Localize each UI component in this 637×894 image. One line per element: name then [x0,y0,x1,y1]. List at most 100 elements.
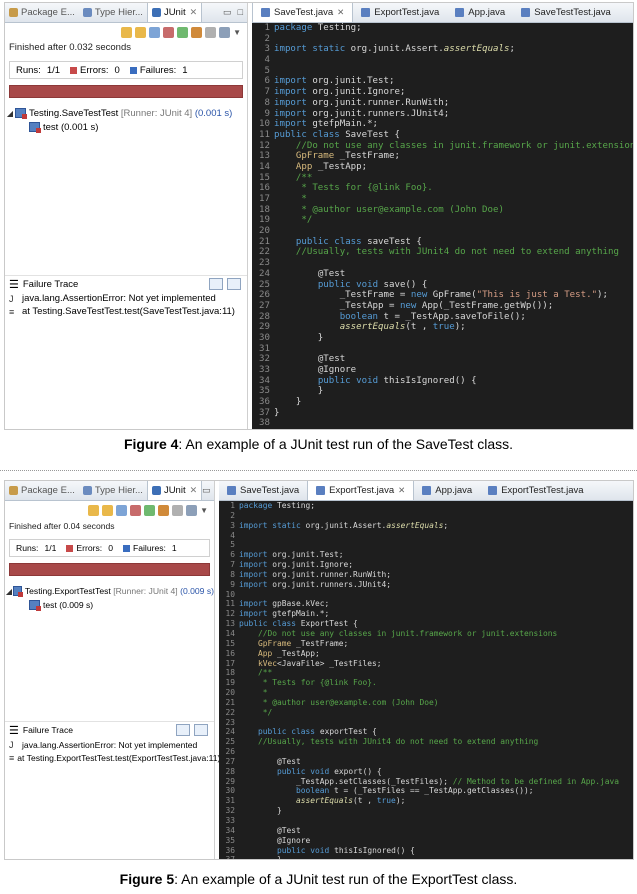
code-line[interactable]: 37} [252,408,633,419]
maximize-icon[interactable]: □ [238,7,243,18]
code-line[interactable]: 28 public void export() { [219,767,633,777]
code-line[interactable]: 1 package Testing; [219,501,633,511]
minimize-icon[interactable]: ▭ [202,485,211,496]
test-case-node[interactable]: test (0.009 s) [5,598,214,612]
view-tab-package-explorer[interactable]: Package E... [5,3,79,22]
compare-results-icon[interactable] [227,278,241,290]
code-line[interactable]: 36 } [252,397,633,408]
code-line[interactable]: 4 [219,531,633,541]
editor-tab[interactable]: SaveTest.java [219,481,307,500]
code-area[interactable]: 1 package Testing; 2 3 import static org.jun… [252,23,633,429]
history-icon[interactable] [219,26,231,38]
code-line[interactable]: 15 /** [252,173,633,184]
close-icon[interactable]: ✕ [190,485,198,496]
code-line[interactable]: 19 * Tests for {@link Foo}. [219,678,633,688]
rerun-failed-icon[interactable] [158,504,170,516]
code-line[interactable]: 3 import static org.junit.Assert.assertEq… [252,44,633,55]
editor-tab[interactable]: SaveTestTest.java [513,3,619,22]
code-line[interactable]: 1 package Testing; [252,23,633,34]
code-line[interactable]: 13 public class ExportTest { [219,619,633,629]
code-line[interactable]: 25 //Usually, tests with JUnit4 do not n… [219,737,633,747]
code-line[interactable]: 14 //Do not use any classes in junit.fra… [219,629,633,639]
code-line[interactable]: 33 [219,816,633,826]
editor-tab[interactable]: ExportTest.java [353,3,447,22]
editor-tab[interactable]: App.java [414,481,480,500]
code-line[interactable]: 18 * @author user@example.com (John Doe) [252,205,633,216]
code-line[interactable]: 20 * [219,688,633,698]
show-failures-only-icon[interactable] [116,504,128,516]
code-line[interactable]: 22 */ [219,708,633,718]
filter-stack-icon[interactable] [209,278,223,290]
code-line[interactable]: 27 @Test [219,757,633,767]
compare-results-icon[interactable] [194,724,208,736]
previous-failure-icon[interactable] [135,26,147,38]
code-line[interactable]: 27 _TestApp = new App(_TestFrame.getWp()… [252,301,633,312]
stop-icon[interactable] [172,504,184,516]
trace-line[interactable]: Jjava.lang.AssertionError: Not yet imple… [5,292,247,305]
code-line[interactable]: 13 GpFrame _TestFrame; [252,151,633,162]
code-line[interactable]: 30 boolean t = (_TestFiles == _TestApp.g… [219,786,633,796]
view-tab-type-hierarchy[interactable]: Type Hier... [79,3,147,22]
trace-line[interactable]: ≡ at Testing.ExportTestTest.test(ExportTe… [5,751,220,764]
previous-failure-icon[interactable] [102,504,114,516]
code-line[interactable]: 29 _TestApp.setClasses(_TestFiles); // M… [219,777,633,787]
code-line[interactable]: 21 * @author user@example.com (John Doe) [219,698,633,708]
close-icon[interactable]: ✕ [337,7,344,18]
code-line[interactable]: 2 [252,34,633,45]
view-tab-junit[interactable]: JUnit ✕ [146,481,203,500]
code-line[interactable]: 32 } [219,806,633,816]
rerun-test-icon[interactable] [177,26,189,38]
code-line[interactable]: 34 public void thisIsIgnored() { [252,376,633,387]
expand-triangle-icon[interactable]: ◢ [5,109,15,118]
code-line[interactable]: 35 } [252,386,633,397]
rerun-failed-icon[interactable] [191,26,203,38]
code-line[interactable]: 23 [252,258,633,269]
history-icon[interactable] [186,504,198,516]
code-line[interactable]: 6 import org.junit.Test; [252,76,633,87]
show-failures-only-icon[interactable] [149,26,161,38]
code-line[interactable]: 32 @Test [252,354,633,365]
test-suite-node[interactable]: ◢ Testing.SaveTestTest [Runner: JUnit 4] … [5,106,247,120]
code-line[interactable]: 8 import org.junit.runner.RunWith; [219,570,633,580]
rerun-test-icon[interactable] [144,504,156,516]
scroll-lock-icon[interactable] [163,26,175,38]
code-line[interactable]: 10 [219,590,633,600]
code-line[interactable]: 21 public class saveTest { [252,237,633,248]
code-line[interactable]: 31 assertEquals(t , true); [219,796,633,806]
code-line[interactable]: 6 import org.junit.Test; [219,550,633,560]
next-failure-icon[interactable] [88,504,100,516]
code-line[interactable]: 17 * [252,194,633,205]
code-line[interactable]: 35 @Ignore [219,836,633,846]
code-line[interactable]: 16 * Tests for {@link Foo}. [252,183,633,194]
code-area[interactable]: 1 package Testing; 2 3 import static org.jun… [219,501,633,859]
view-tab-junit[interactable]: JUnit ✕ [146,3,203,22]
code-line[interactable]: 9 import org.junit.runners.JUnit4; [219,580,633,590]
code-line[interactable]: 38 [252,418,633,429]
code-line[interactable]: 18 /** [219,668,633,678]
code-line[interactable]: 33 @Ignore [252,365,633,376]
code-line[interactable]: 4 [252,55,633,66]
next-failure-icon[interactable] [121,26,133,38]
code-line[interactable]: 15 GpFrame _TestFrame; [219,639,633,649]
trace-line[interactable]: ≡ at Testing.SaveTestTest.test(SaveTestTe… [5,305,247,318]
code-line[interactable]: 25 public void save() { [252,280,633,291]
code-line[interactable]: 2 [219,511,633,521]
code-line[interactable]: 7 import org.junit.Ignore; [252,87,633,98]
code-line[interactable]: 22 //Usually, tests with JUnit4 do not n… [252,247,633,258]
code-line[interactable]: 14 App _TestApp; [252,162,633,173]
test-suite-node[interactable]: ◢ Testing.ExportTestTest [Runner: JUnit 4… [5,584,214,598]
code-line[interactable]: 9 import org.junit.runners.JUnit4; [252,109,633,120]
code-line[interactable]: 11 import gpBase.kVec; [219,599,633,609]
code-line[interactable]: 29 assertEquals(t , true); [252,322,633,333]
filter-stack-icon[interactable] [176,724,190,736]
view-tab-package-explorer[interactable]: Package E... [5,481,79,500]
editor-tab[interactable]: SaveTest.java ✕ [252,3,354,22]
code-line[interactable]: 24 public class exportTest { [219,727,633,737]
editor-tab[interactable]: ExportTest.java ✕ [307,481,415,500]
code-line[interactable]: 23 [219,718,633,728]
view-menu-icon[interactable]: ▼ [233,28,241,37]
test-case-node[interactable]: test (0.001 s) [5,120,247,134]
code-line[interactable]: 10 import gtefpMain.*; [252,119,633,130]
code-line[interactable]: 12 import gtefpMain.*; [219,609,633,619]
code-line[interactable]: 31 [252,344,633,355]
